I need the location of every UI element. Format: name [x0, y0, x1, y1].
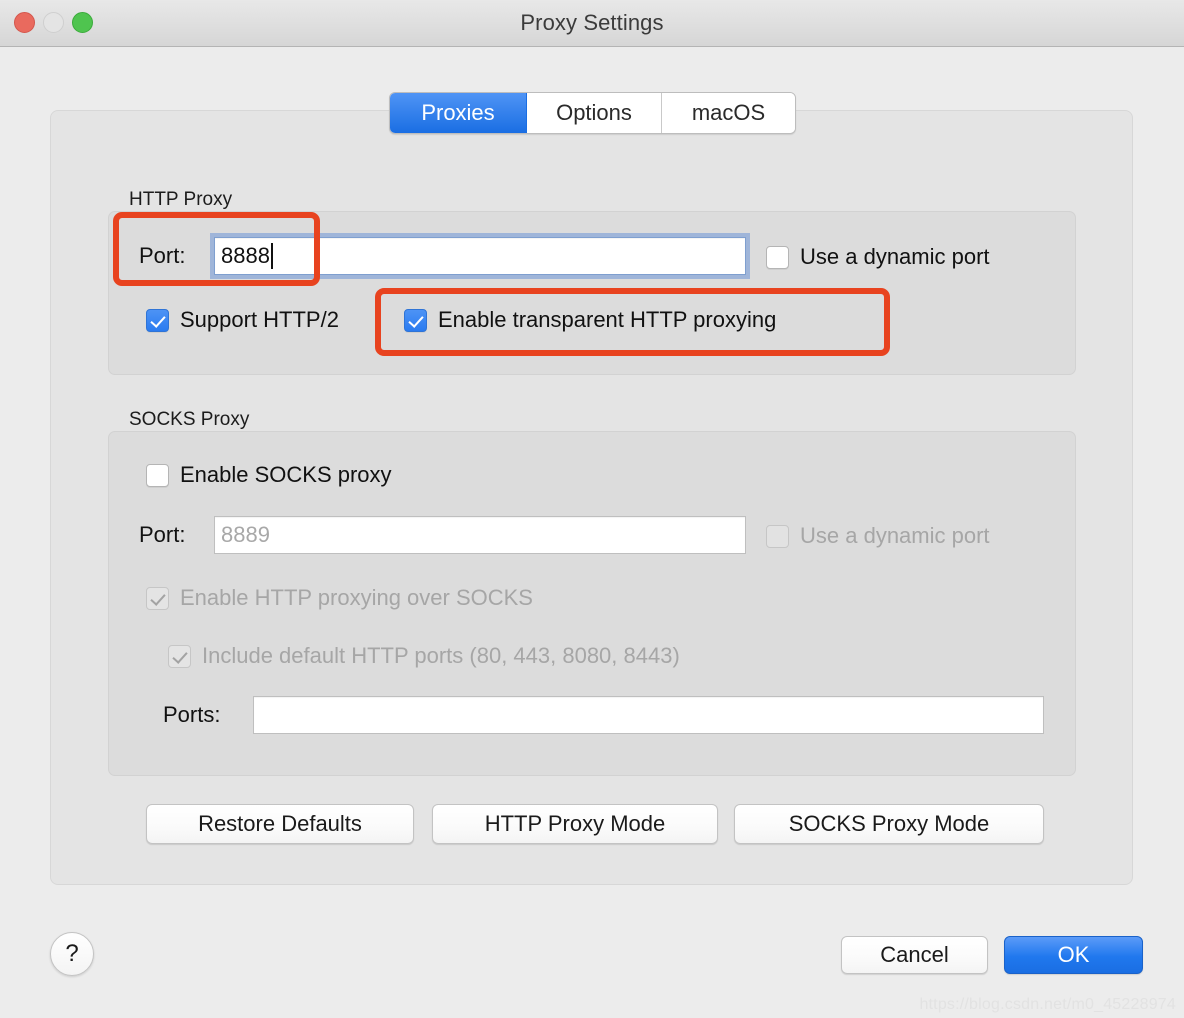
http-port-label: Port: [139, 243, 185, 269]
checkbox-check-icon [146, 587, 169, 610]
http-use-dynamic-port-label: Use a dynamic port [800, 244, 990, 270]
checkbox-check-icon [146, 309, 169, 332]
checkbox-box-icon [146, 464, 169, 487]
socks-port-input[interactable]: 8889 [214, 516, 746, 554]
include-default-http-ports-checkbox[interactable]: Include default HTTP ports (80, 443, 808… [168, 643, 680, 669]
socks-proxy-group-label: SOCKS Proxy [129, 409, 249, 431]
restore-defaults-button[interactable]: Restore Defaults [146, 804, 414, 844]
text-caret [271, 243, 273, 269]
socks-use-dynamic-port-checkbox[interactable]: Use a dynamic port [766, 523, 990, 549]
transparent-http-proxying-checkbox[interactable]: Enable transparent HTTP proxying [404, 307, 776, 333]
proxies-tab-panel: HTTP Proxy Port: 8888 Use a dynamic port… [50, 110, 1133, 885]
window-title: Proxy Settings [0, 0, 1184, 46]
socks-ports-input[interactable] [253, 696, 1044, 734]
http-proxying-over-socks-checkbox[interactable]: Enable HTTP proxying over SOCKS [146, 585, 533, 611]
watermark-text: https://blog.csdn.net/m0_45228974 [919, 996, 1176, 1014]
ok-button[interactable]: OK [1004, 936, 1143, 974]
checkbox-check-icon [404, 309, 427, 332]
enable-socks-proxy-checkbox[interactable]: Enable SOCKS proxy [146, 462, 392, 488]
http-port-value: 8888 [221, 243, 270, 269]
include-default-http-ports-label: Include default HTTP ports (80, 443, 808… [202, 643, 680, 669]
proxy-settings-window: Proxy Settings Proxies Options macOS HTT… [0, 0, 1184, 1018]
cancel-button[interactable]: Cancel [841, 936, 988, 974]
http-proxy-group-box [108, 211, 1076, 375]
checkbox-check-icon [168, 645, 191, 668]
socks-use-dynamic-port-label: Use a dynamic port [800, 523, 990, 549]
tab-macos[interactable]: macOS [662, 93, 795, 133]
http-proxy-mode-button[interactable]: HTTP Proxy Mode [432, 804, 718, 844]
support-http2-checkbox[interactable]: Support HTTP/2 [146, 307, 339, 333]
http-use-dynamic-port-checkbox[interactable]: Use a dynamic port [766, 244, 990, 270]
socks-proxy-mode-button[interactable]: SOCKS Proxy Mode [734, 804, 1044, 844]
socks-port-placeholder: 8889 [221, 522, 270, 548]
http-proxying-over-socks-label: Enable HTTP proxying over SOCKS [180, 585, 533, 611]
checkbox-box-icon [766, 246, 789, 269]
checkbox-box-icon [766, 525, 789, 548]
socks-port-label: Port: [139, 522, 185, 548]
tab-options[interactable]: Options [527, 93, 662, 133]
transparent-http-proxying-label: Enable transparent HTTP proxying [438, 307, 776, 333]
socks-ports-label: Ports: [163, 702, 220, 728]
http-port-input[interactable]: 8888 [214, 237, 746, 275]
help-button[interactable]: ? [50, 932, 94, 976]
title-bar: Proxy Settings [0, 0, 1184, 47]
tab-proxies[interactable]: Proxies [390, 93, 527, 133]
enable-socks-proxy-label: Enable SOCKS proxy [180, 462, 392, 488]
http-proxy-group-label: HTTP Proxy [129, 189, 232, 211]
support-http2-label: Support HTTP/2 [180, 307, 339, 333]
tab-bar: Proxies Options macOS [389, 92, 796, 134]
